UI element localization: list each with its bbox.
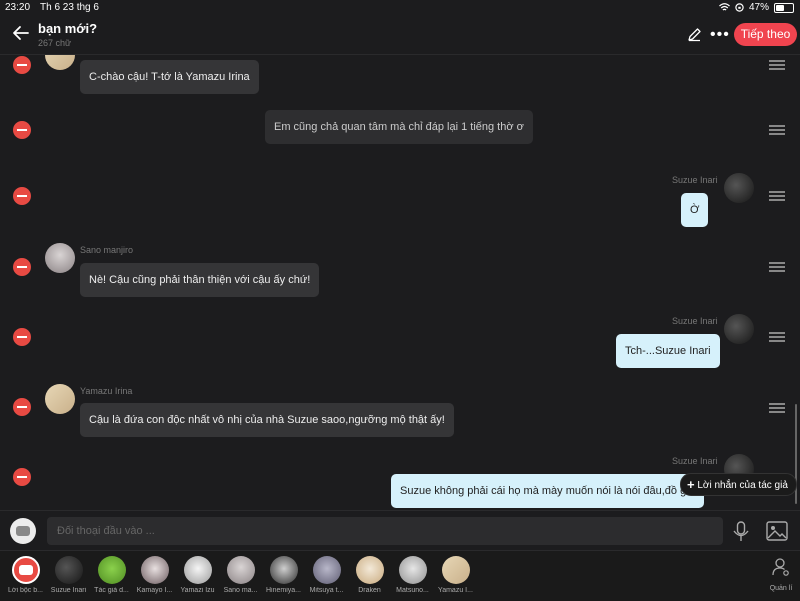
status-date: Th 6 23 thg 6 — [40, 2, 99, 13]
drag-handle-icon[interactable] — [769, 191, 785, 201]
character-item[interactable]: Draken — [348, 556, 391, 594]
message-bubble[interactable]: Tch-...Suzue Inari — [616, 334, 720, 368]
delete-message-button[interactable] — [13, 121, 31, 139]
dialogue-input[interactable] — [47, 517, 723, 545]
battery-icon — [774, 2, 794, 13]
next-button[interactable]: Tiếp theo — [734, 23, 797, 46]
character-label: Lời bộc b... — [8, 587, 43, 594]
message-bubble[interactable]: Suzue không phải cái họ mà mày muốn nói … — [391, 474, 704, 508]
delete-message-button[interactable] — [13, 187, 31, 205]
avatar — [226, 556, 255, 584]
story-header: bạn mới? 267 chữ ••• Tiếp theo — [0, 16, 800, 55]
battery-percent: 47% — [748, 2, 769, 13]
author-note-button[interactable]: + Lời nhắn của tác giả — [680, 473, 797, 496]
delete-message-button[interactable] — [13, 468, 31, 486]
character-item[interactable]: Yamazi Izu — [176, 556, 219, 594]
avatar[interactable] — [724, 173, 754, 203]
person-settings-icon — [772, 558, 789, 576]
speaker-name: Suzue Inari — [672, 175, 718, 185]
more-options-icon[interactable]: ••• — [710, 26, 730, 44]
wifi-icon — [719, 3, 730, 11]
pencil-icon[interactable] — [687, 27, 703, 43]
speaker-name: Yamazu Irina — [80, 386, 133, 396]
drag-handle-icon[interactable] — [769, 403, 785, 413]
speaker-name: Suzue Inari — [672, 456, 718, 466]
drag-handle-icon[interactable] — [769, 262, 785, 272]
avatar[interactable] — [45, 384, 75, 414]
character-label: Suzue Inari — [50, 587, 87, 594]
chat-area[interactable]: C-chào cậu! T-tớ là Yamazu Irina Em cũng… — [0, 55, 800, 510]
avatar — [398, 556, 427, 584]
avatar — [269, 556, 298, 584]
avatar — [54, 556, 83, 584]
message-bubble[interactable]: Nè! Cậu cũng phải thân thiện với cậu ấy … — [80, 263, 320, 297]
character-item[interactable]: Yamazu I... — [434, 556, 477, 594]
character-item[interactable]: Matsuno... — [391, 556, 434, 594]
message-bubble[interactable]: C-chào cậu! T-tớ là Yamazu Irina — [80, 60, 259, 94]
story-title: bạn mới? — [38, 21, 98, 36]
drag-handle-icon[interactable] — [769, 125, 785, 135]
character-label: Kamayo I... — [136, 587, 173, 594]
character-item[interactable]: Hinemiya... — [262, 556, 305, 594]
input-bar — [0, 510, 800, 551]
message-mode-button[interactable] — [10, 518, 36, 544]
speaker-name: Suzue Inari — [672, 316, 718, 326]
drag-handle-icon[interactable] — [769, 60, 785, 70]
author-note-label: Lời nhắn của tác giả — [697, 480, 788, 491]
drag-handle-icon[interactable] — [769, 332, 785, 342]
back-arrow-icon[interactable] — [12, 24, 32, 44]
plus-icon: + — [687, 477, 695, 492]
character-bar: Lời bộc b... Suzue Inari Tác giả d... Ka… — [0, 550, 800, 601]
character-item[interactable]: Mitsuya t... — [305, 556, 348, 594]
word-count: 267 chữ — [38, 38, 72, 48]
avatar[interactable] — [724, 314, 754, 344]
avatar — [312, 556, 341, 584]
manage-characters-button[interactable]: Quản lí — [763, 557, 799, 592]
character-label: Hinemiya... — [265, 587, 301, 594]
character-label: Matsuno... — [396, 587, 429, 594]
delete-message-button[interactable] — [13, 398, 31, 416]
character-item[interactable]: Sano ma... — [219, 556, 262, 594]
delete-message-button[interactable] — [13, 328, 31, 346]
character-label: Tác giả d... — [94, 587, 129, 594]
avatar — [140, 556, 169, 584]
chat-bubble-icon — [16, 526, 30, 536]
avatar — [97, 556, 126, 584]
microphone-icon[interactable] — [732, 521, 752, 543]
avatar — [355, 556, 384, 584]
character-label: Mitsuya t... — [309, 587, 344, 594]
narration-bubble[interactable]: Em cũng chả quan tâm mà chỉ đáp lại 1 ti… — [265, 110, 533, 144]
orientation-lock-icon — [735, 3, 744, 12]
character-narration[interactable]: Lời bộc b... — [4, 556, 47, 594]
image-icon[interactable] — [766, 521, 788, 541]
character-label: Sano ma... — [223, 587, 258, 594]
message-bubble[interactable]: Cậu là đứa con độc nhất vô nhị của nhà S… — [80, 403, 454, 437]
character-item[interactable]: Suzue Inari — [47, 556, 90, 594]
character-label: Draken — [358, 587, 381, 594]
delete-message-button[interactable] — [13, 258, 31, 276]
chat-bubble-icon — [11, 556, 40, 584]
character-item[interactable]: Kamayo I... — [133, 556, 176, 594]
status-time: 23:20 — [5, 2, 31, 13]
avatar[interactable] — [45, 55, 75, 70]
character-label: Yamazi Izu — [180, 587, 215, 594]
avatar[interactable] — [45, 243, 75, 273]
avatar — [183, 556, 212, 584]
manage-label: Quản lí — [769, 585, 793, 592]
message-bubble[interactable]: Ờ — [681, 193, 709, 227]
delete-message-button[interactable] — [13, 56, 31, 74]
speaker-name: Sano manjiro — [80, 245, 134, 255]
avatar — [441, 556, 470, 584]
character-item[interactable]: Tác giả d... — [90, 556, 133, 594]
status-bar: 23:20 Th 6 23 thg 6 47% — [0, 0, 800, 16]
character-label: Yamazu I... — [438, 587, 473, 594]
